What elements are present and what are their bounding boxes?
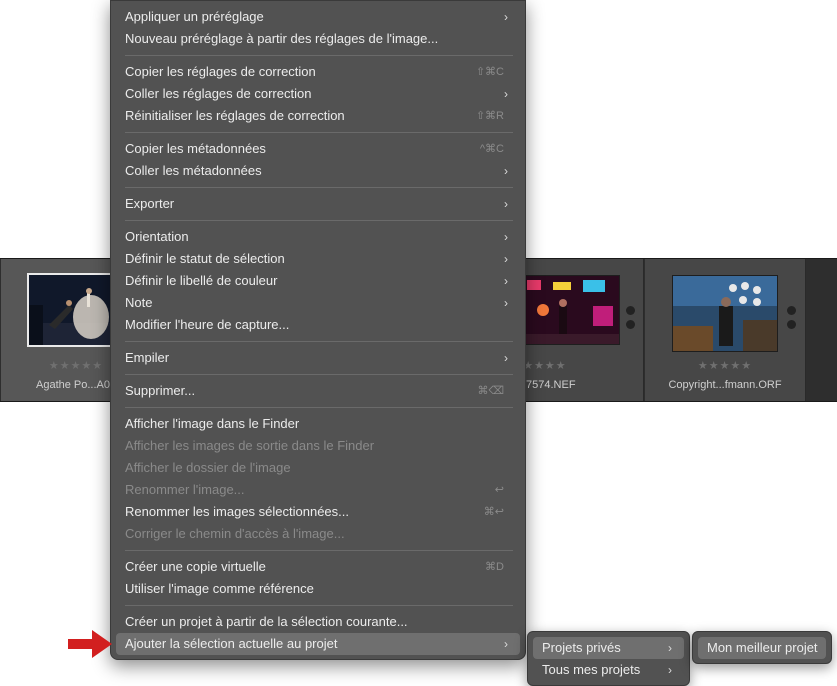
menu-item-label: Afficher l'image dans le Finder [125,416,300,431]
thumbnail-hat-shop[interactable] [672,275,778,352]
menu-item-label: Empiler [125,350,170,365]
menu-item-label: Utiliser l'image comme référence [125,581,314,596]
menu-item-use-as-reference[interactable]: Utiliser l'image comme référence [116,578,520,600]
menu-item-rating[interactable]: Note › [116,292,520,314]
menu-item-delete[interactable]: Supprimer... ⌘⌫ [116,380,520,402]
menu-item-edit-capture-time[interactable]: Modifier l'heure de capture... [116,314,520,336]
chevron-right-icon: › [504,637,508,651]
chevron-right-icon: › [504,230,508,244]
menu-item-copy-metadata[interactable]: Copier les métadonnées ^⌘C [116,138,520,160]
menu-item-label: Définir le libellé de couleur [125,273,278,288]
menu-item-label: Nouveau préréglage à partir des réglages… [125,31,439,46]
chevron-right-icon: › [504,87,508,101]
menu-item-label: Corriger le chemin d'accès à l'image... [125,526,345,541]
menu-item-label: Définir le statut de sélection [125,251,285,266]
menu-item-label: Supprimer... [125,383,196,398]
menu-separator [125,605,513,606]
menu-item-label: Orientation [125,229,189,244]
badge-dots [787,306,796,334]
menu-item-label: Créer un projet à partir de la sélection… [125,614,408,629]
chevron-right-icon: › [504,197,508,211]
menu-separator [125,550,513,551]
menu-item-set-color-label[interactable]: Définir le libellé de couleur › [116,270,520,292]
menu-item-paste-metadata[interactable]: Coller les métadonnées › [116,160,520,182]
menu-item-show-in-finder[interactable]: Afficher l'image dans le Finder [116,413,520,435]
menu-item-export[interactable]: Exporter › [116,193,520,215]
menu-item-show-image-folder: Afficher le dossier de l'image [116,457,520,479]
chevron-right-icon: › [668,641,672,655]
chevron-right-icon: › [504,296,508,310]
menu-item-label: Exporter [125,196,175,211]
chevron-right-icon: › [504,252,508,266]
menu-separator [125,132,513,133]
filmstrip-cell[interactable]: ★★★★★ Copyright...fmann.ORF [645,259,806,401]
menu-item-add-to-project[interactable]: Ajouter la sélection actuelle au projet … [116,633,520,655]
pointer-arrow-icon [68,630,112,658]
menu-item-my-best-project[interactable]: Mon meilleur projet [698,637,826,659]
menu-separator [125,187,513,188]
status-dot [787,320,796,329]
menu-separator [125,374,513,375]
menu-item-set-pick-status[interactable]: Définir le statut de sélection › [116,248,520,270]
status-dot [626,320,635,329]
menu-item-orientation[interactable]: Orientation › [116,226,520,248]
thumbnail-neon-street[interactable] [522,275,620,345]
menu-item-label: Tous mes projets [542,662,641,677]
menu-item-label: Modifier l'heure de capture... [125,317,290,332]
menu-item-label: Ajouter la sélection actuelle au projet [125,636,338,651]
chevron-right-icon: › [504,351,508,365]
filename-label: Copyright...fmann.ORF [668,379,782,391]
shortcut-label: ⌘↩ [483,506,504,518]
rating-stars[interactable]: ★★★★★ [645,359,805,372]
menu-item-label: Coller les métadonnées [125,163,262,178]
menu-item-rename-image: Renommer l'image... ↩ [116,479,520,501]
menu-item-label: Note [125,295,153,310]
menu-item-create-virtual-copy[interactable]: Créer une copie virtuelle ⌘D [116,556,520,578]
menu-separator [125,407,513,408]
menu-item-label: Réinitialiser les réglages de correction [125,108,345,123]
menu-item-label: Renommer l'image... [125,482,245,497]
shortcut-label: ⌘⌫ [477,385,504,397]
menu-item-new-preset[interactable]: Nouveau préréglage à partir des réglages… [116,28,520,50]
status-dot [787,306,796,315]
menu-item-label: Copier les réglages de correction [125,64,316,79]
chevron-right-icon: › [668,663,672,677]
badge-dots [626,306,635,334]
menu-item-private-projects[interactable]: Projets privés › [533,637,684,659]
shortcut-label: ↩ [494,484,504,496]
menu-separator [125,220,513,221]
menu-item-rename-selected[interactable]: Renommer les images sélectionnées... ⌘↩ [116,501,520,523]
chevron-right-icon: › [504,164,508,178]
shortcut-label: ⇧⌘C [475,66,504,78]
shortcut-label: ⌘D [485,561,504,573]
menu-item-reset-adjustments[interactable]: Réinitialiser les réglages de correction… [116,105,520,127]
menu-item-label: Coller les réglages de correction [125,86,312,101]
chevron-right-icon: › [504,274,508,288]
menu-separator [125,341,513,342]
submenu-projects: Projets privés › Tous mes projets › [527,631,690,686]
menu-item-label: Créer une copie virtuelle [125,559,266,574]
menu-item-fix-image-path: Corriger le chemin d'accès à l'image... [116,523,520,545]
menu-item-stack[interactable]: Empiler › [116,347,520,369]
submenu-private-projects: Mon meilleur projet [692,631,832,664]
menu-item-label: Mon meilleur projet [707,640,818,655]
menu-item-copy-adjustments[interactable]: Copier les réglages de correction ⇧⌘C [116,61,520,83]
context-menu: Appliquer un préréglage › Nouveau prérég… [110,0,526,660]
shortcut-label: ^⌘C [479,143,504,155]
menu-item-create-project[interactable]: Créer un projet à partir de la sélection… [116,611,520,633]
menu-item-label: Afficher le dossier de l'image [125,460,291,475]
menu-item-show-output-in-finder: Afficher les images de sortie dans le Fi… [116,435,520,457]
status-dot [626,306,635,315]
chevron-right-icon: › [504,10,508,24]
menu-item-label: Afficher les images de sortie dans le Fi… [125,438,375,453]
menu-item-all-projects[interactable]: Tous mes projets › [533,659,684,681]
menu-item-label: Appliquer un préréglage [125,9,264,24]
menu-item-paste-adjustments[interactable]: Coller les réglages de correction › [116,83,520,105]
menu-item-label: Copier les métadonnées [125,141,266,156]
menu-item-label: Renommer les images sélectionnées... [125,504,349,519]
menu-separator [125,55,513,56]
shortcut-label: ⇧⌘R [475,110,504,122]
menu-item-label: Projets privés [542,640,621,655]
menu-item-apply-preset[interactable]: Appliquer un préréglage › [116,6,520,28]
